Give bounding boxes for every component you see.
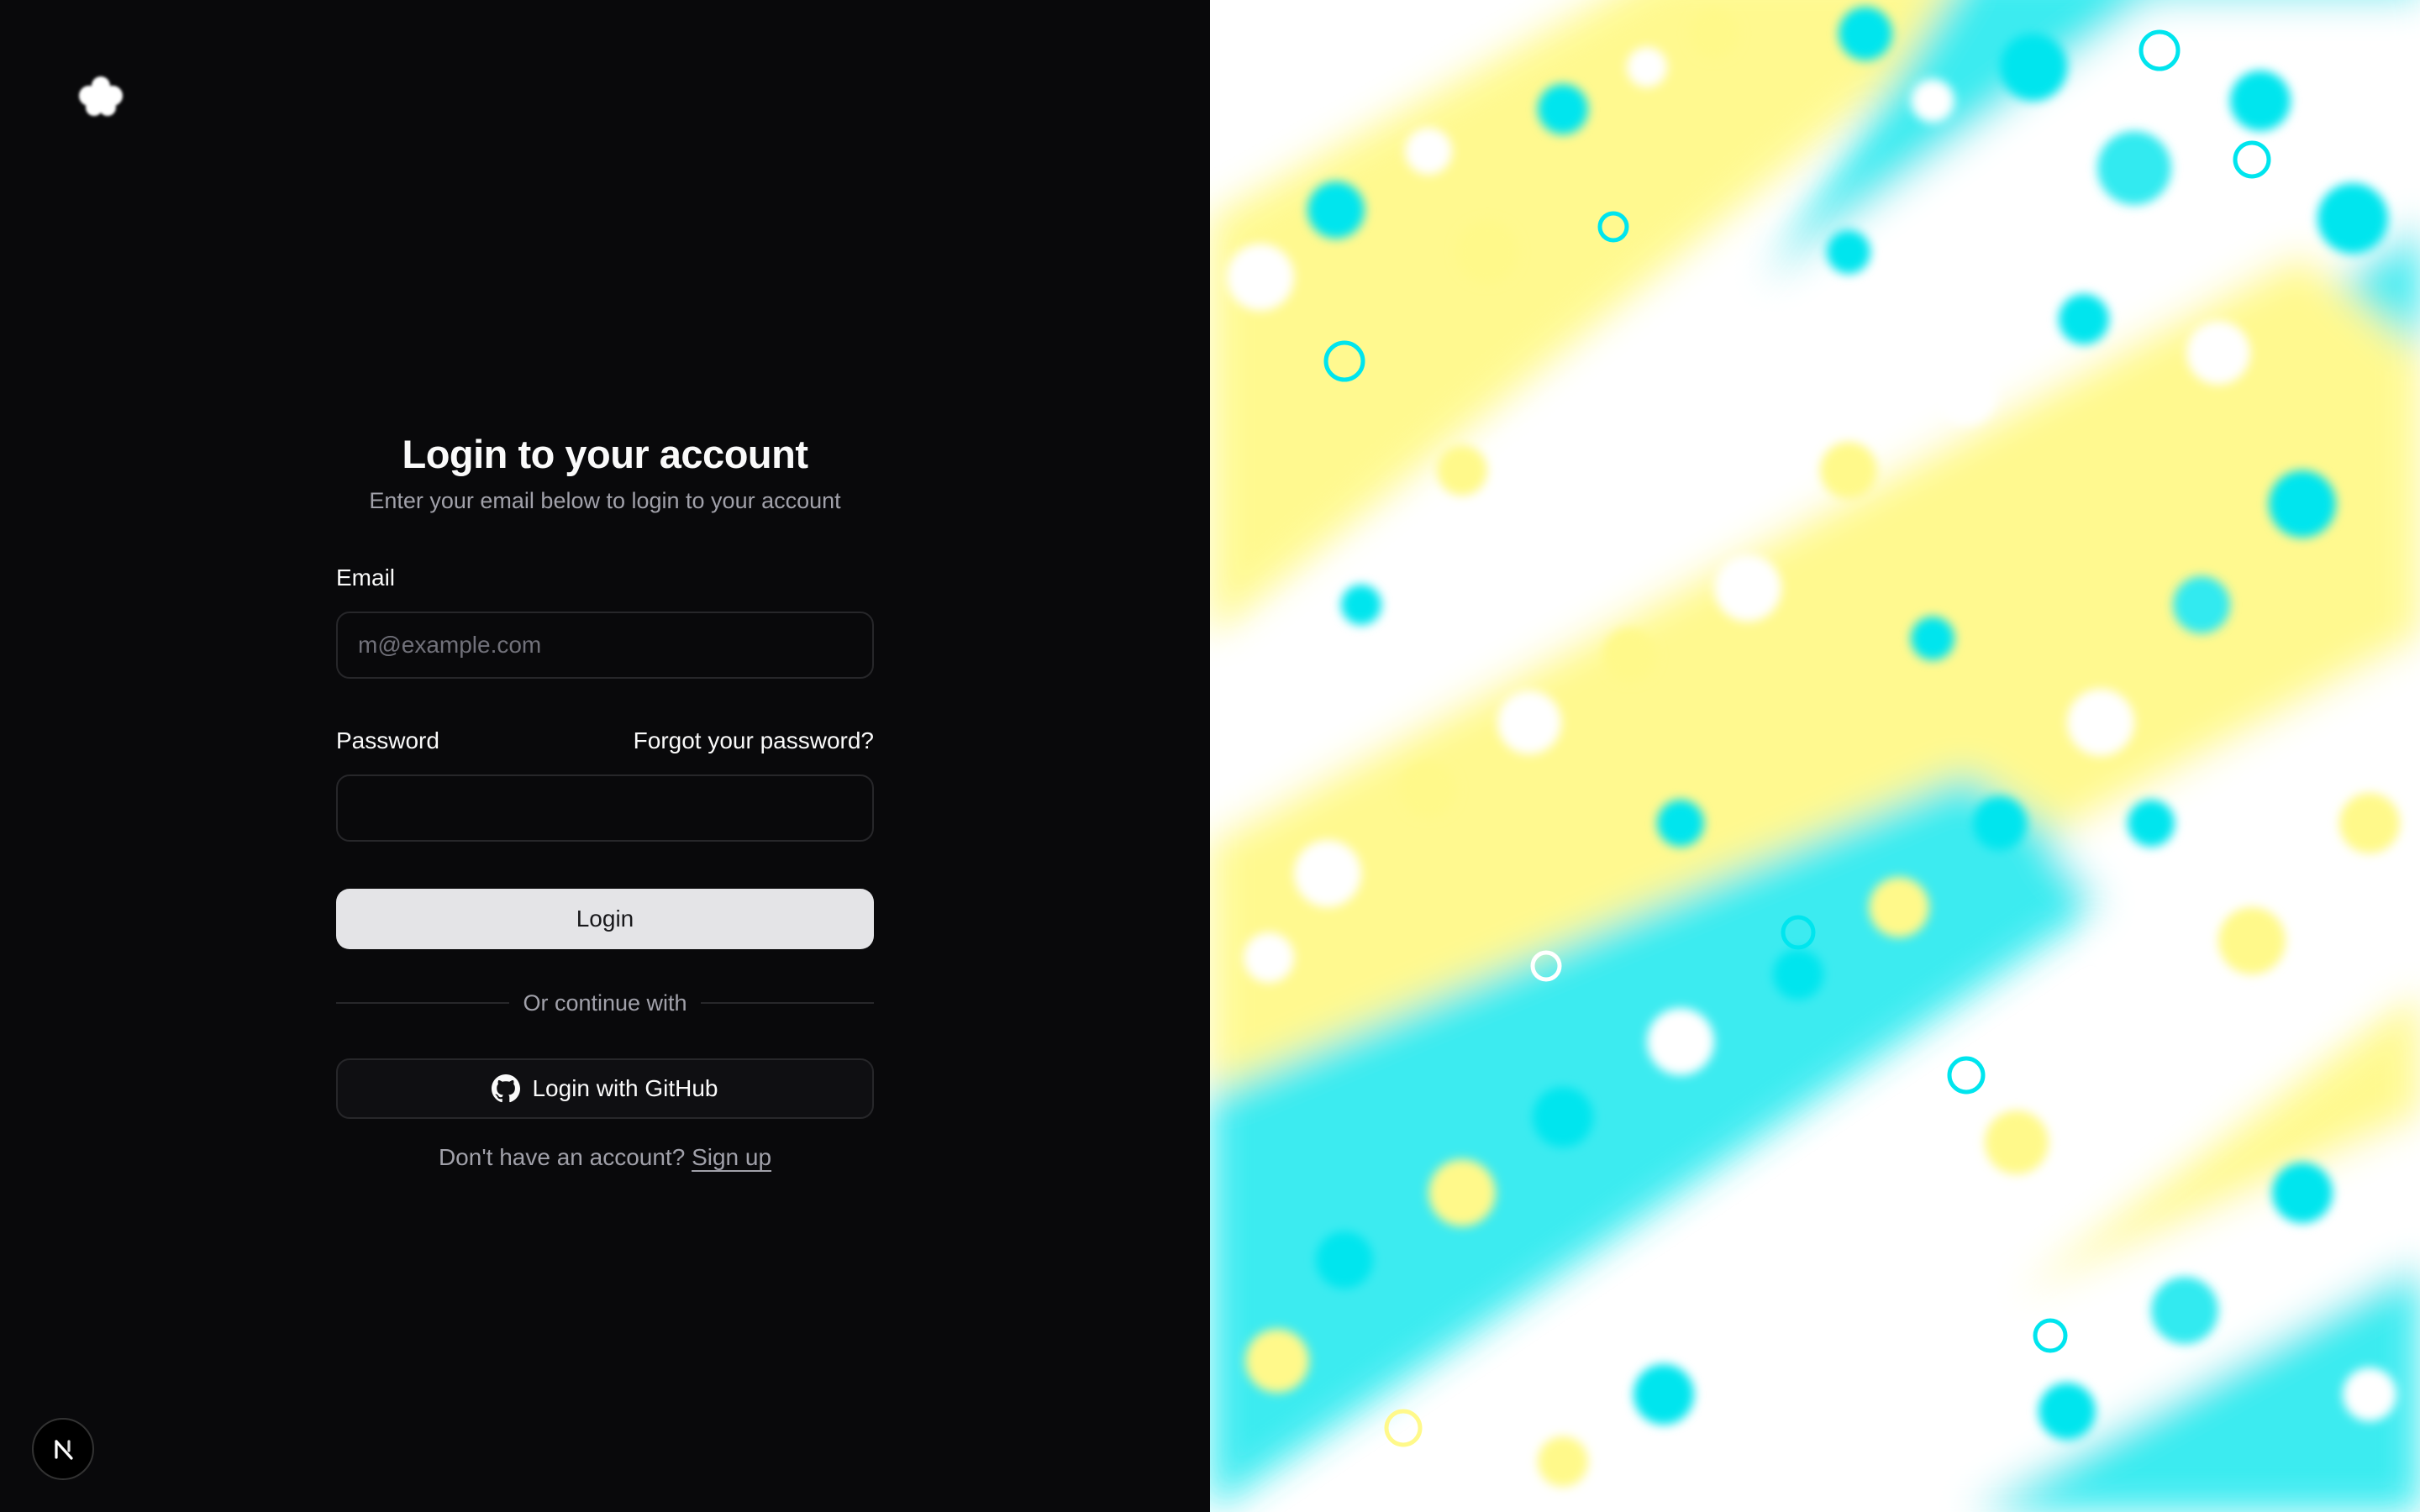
email-label: Email [336,564,396,591]
forgot-password-link[interactable]: Forgot your password? [634,727,874,754]
github-login-button[interactable]: Login with GitHub [336,1058,874,1119]
divider-line-left [336,1002,510,1004]
github-button-label: Login with GitHub [532,1075,718,1101]
signup-link[interactable]: Sign up [692,1144,771,1170]
email-field[interactable] [336,612,874,679]
decorative-art-panel [1210,0,2420,1512]
login-button[interactable]: Login [336,889,874,949]
github-icon [492,1074,521,1103]
cloud-logo-icon[interactable] [74,71,128,124]
login-form: Login to your account Enter your email b… [336,428,874,1174]
nextjs-dev-badge[interactable] [32,1418,94,1480]
divider-line-right [700,1002,874,1004]
signup-prompt: Don't have an account? Sign up [336,1141,874,1174]
password-label: Password [336,727,439,753]
login-page: Login to your account Enter your email b… [0,0,2420,1512]
password-group: Password Forgot your password? [336,724,874,842]
email-group: Email [336,561,874,679]
fluid-art-image [1210,0,2420,1512]
divider: Or continue with [336,986,874,1020]
signup-prompt-text: Don't have an account? [438,1144,686,1170]
page-subtitle: Enter your email below to login to your … [369,488,841,513]
page-title: Login to your account [402,432,808,476]
login-panel: Login to your account Enter your email b… [0,0,1210,1512]
divider-text: Or continue with [523,990,687,1016]
nextjs-icon [55,1440,73,1460]
password-field[interactable] [336,774,874,842]
